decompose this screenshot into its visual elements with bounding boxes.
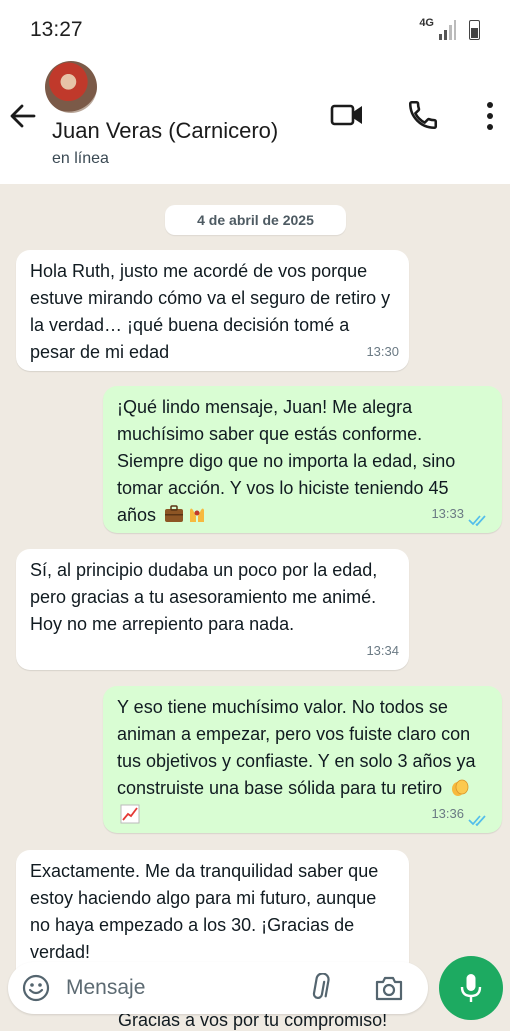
message-incoming[interactable]: Sí, al principio dudaba un poco por la e… [16, 549, 409, 670]
back-arrow-icon[interactable] [8, 98, 38, 134]
chat-header: Juan Veras (Carnicero) en línea [0, 58, 510, 184]
camera-icon[interactable] [374, 974, 404, 1002]
contact-avatar[interactable] [45, 61, 97, 113]
input-bar: Mensaje [0, 940, 510, 1024]
video-call-icon[interactable] [330, 100, 364, 130]
message-placeholder: Mensaje [66, 976, 146, 999]
message-text: Sí, al principio dudaba un poco por la e… [30, 560, 378, 634]
battery-icon [469, 20, 480, 40]
contact-name[interactable]: Juan Veras (Carnicero) [52, 118, 278, 144]
chat-area[interactable]: 4 de abril de 2025 Hola Ruth, justo me a… [0, 184, 510, 1024]
raising-hands-emoji [190, 508, 205, 522]
date-separator: 4 de abril de 2025 [165, 205, 346, 235]
status-bar: 13:27 4G [0, 0, 510, 58]
message-incoming[interactable]: Hola Ruth, justo me acordé de vos porque… [16, 250, 409, 371]
signal-icon [439, 20, 456, 40]
briefcase-emoji [165, 505, 184, 522]
read-ticks-icon [468, 815, 486, 827]
message-input[interactable]: Mensaje [8, 962, 428, 1014]
message-text: Y eso tiene muchísimo valor. No todos se… [117, 697, 476, 798]
emoji-icon[interactable] [22, 974, 50, 1002]
phone-icon[interactable] [406, 98, 440, 132]
more-vert-icon[interactable] [482, 100, 498, 132]
contact-status: en línea [52, 150, 109, 167]
clapping-hands-emoji [452, 779, 469, 796]
message-time: 13:30 [366, 344, 399, 359]
attach-icon[interactable] [308, 973, 330, 1003]
network-indicator: 4G [419, 17, 434, 29]
mic-button[interactable] [439, 956, 503, 1020]
status-time: 13:27 [30, 18, 83, 41]
chart-increasing-emoji [120, 804, 140, 824]
message-text: Hola Ruth, justo me acordé de vos porque… [30, 261, 391, 362]
mic-icon [460, 974, 482, 1002]
message-outgoing[interactable]: Y eso tiene muchísimo valor. No todos se… [103, 686, 502, 833]
message-time: 13:33 [431, 506, 464, 521]
read-ticks-icon [468, 515, 486, 527]
message-outgoing[interactable]: ¡Qué lindo mensaje, Juan! Me alegra much… [103, 386, 502, 533]
message-time: 13:34 [366, 643, 399, 658]
message-time: 13:36 [431, 806, 464, 821]
